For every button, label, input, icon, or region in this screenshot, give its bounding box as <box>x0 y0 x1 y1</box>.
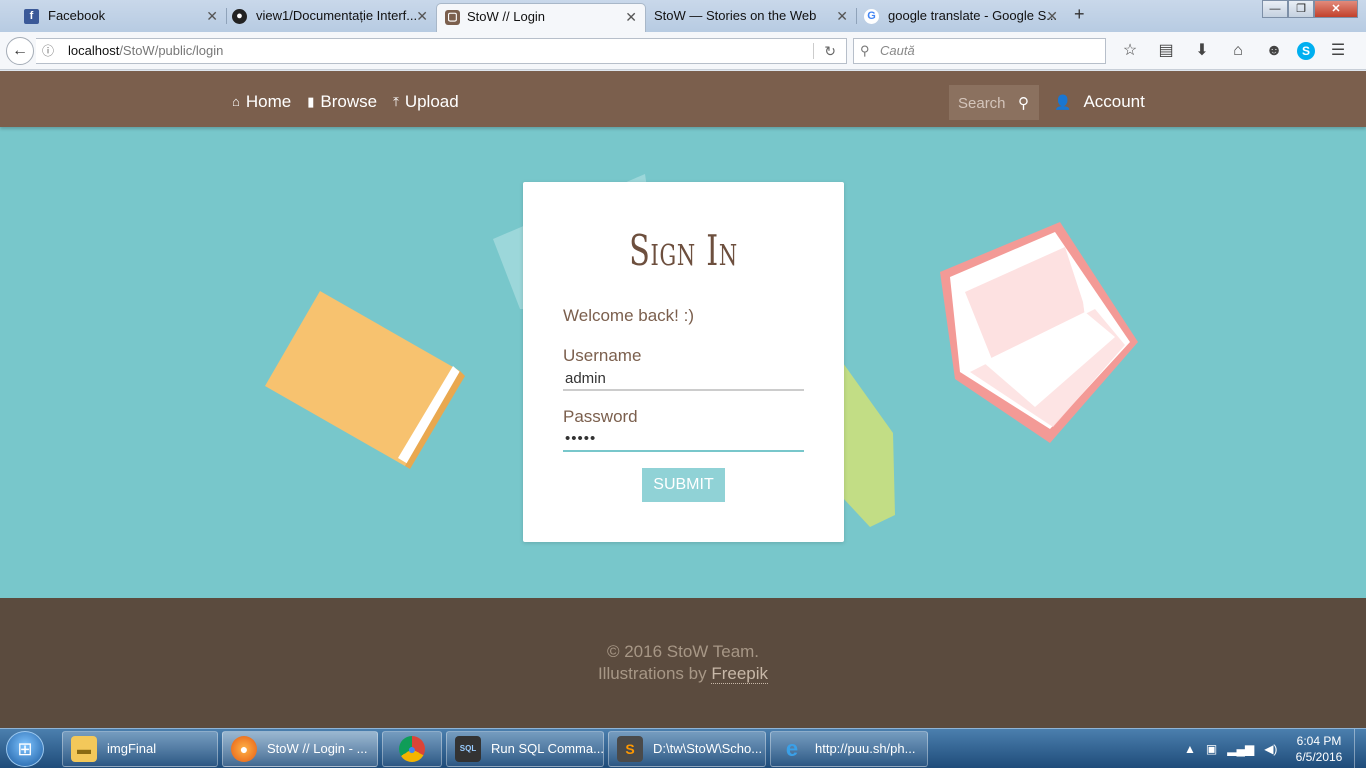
system-tray: ▲ ▣ ▂▄▆ ◀) <box>1184 729 1277 768</box>
folder-icon: ▬ <box>71 736 97 762</box>
google-icon: G <box>864 9 879 24</box>
username-label: Username <box>563 346 642 365</box>
tab-facebook[interactable]: f Facebook ✕ <box>24 3 220 32</box>
browser-navbar: ← ⓘ localhost/StoW/public/login ↻ ⚲ Caut… <box>0 32 1366 70</box>
user-icon: 👤 <box>1054 94 1072 110</box>
windows-taskbar: ⊞ ▬ imgFinal ● StoW // Login - ... ● SQL… <box>0 728 1366 768</box>
password-field[interactable]: ••••• <box>563 428 804 452</box>
tab-label: view1/Documentație Interf... <box>256 8 418 23</box>
taskbar-item-sql[interactable]: SQL Run SQL Comma... <box>446 731 604 767</box>
clock-date: 6/5/2016 <box>1295 750 1343 764</box>
facebook-icon: f <box>24 9 39 24</box>
browser-search-input[interactable]: ⚲ Caută <box>853 38 1106 64</box>
search-icon[interactable]: ⚲ <box>1018 85 1029 123</box>
action-center-icon[interactable]: ▣ <box>1206 742 1217 756</box>
tab-google-translate[interactable]: G google translate - Google S... ✕ <box>864 3 1060 32</box>
volume-icon[interactable]: ◀) <box>1264 742 1277 756</box>
taskbar-item-ie[interactable]: e http://puu.sh/ph... <box>770 731 928 767</box>
start-button[interactable]: ⊞ <box>6 731 44 767</box>
site-header: ⌂ Home ▮ Browse ⤒ Upload Search ⚲ 👤 Account <box>0 71 1366 127</box>
taskbar-item-chrome[interactable]: ● <box>382 731 442 767</box>
windows-logo-icon: ⊞ <box>17 739 33 759</box>
tab-github[interactable]: ● view1/Documentație Interf... ✕ <box>232 3 430 32</box>
taskbar-item-explorer[interactable]: ▬ imgFinal <box>62 731 218 767</box>
download-icon[interactable]: ⬇ <box>1189 38 1215 64</box>
window-controls: — ❐ ✕ <box>1262 0 1358 18</box>
illustration-yellow-book <box>265 291 465 469</box>
url-bar[interactable]: ⓘ localhost/StoW/public/login ↻ <box>36 38 847 64</box>
search-icon: ⚲ <box>860 43 870 58</box>
site-search-input[interactable]: Search ⚲ <box>949 85 1039 120</box>
stow-icon: ▢ <box>445 10 460 25</box>
ie-icon: e <box>785 736 799 761</box>
page-content: ⌂ Home ▮ Browse ⤒ Upload Search ⚲ 👤 Account… <box>0 71 1366 728</box>
network-icon[interactable]: ▂▄▆ <box>1227 742 1254 756</box>
emoji-icon[interactable]: ☻ <box>1261 38 1287 64</box>
home-icon: ⌂ <box>232 94 240 109</box>
back-button[interactable]: ← <box>6 37 34 65</box>
close-tab-icon[interactable]: ✕ <box>625 4 637 30</box>
browser-tabstrip: f Facebook ✕ ● view1/Documentație Interf… <box>0 0 1366 32</box>
book-icon: ▮ <box>307 94 315 109</box>
url-text: localhost/StoW/public/login <box>68 43 224 58</box>
browser-toolbar: ☆ ▤ ⬇ ⌂ ☻ S ☰ <box>1117 38 1351 64</box>
illustrations-credit: Illustrations by Freepik <box>597 664 769 684</box>
show-desktop-button[interactable] <box>1354 729 1366 768</box>
tab-label: Facebook <box>48 8 106 23</box>
site-footer: © 2016 StoW Team. Illustrations by Freep… <box>0 598 1366 728</box>
site-info-icon[interactable]: ⓘ <box>42 39 54 63</box>
menu-icon[interactable]: ☰ <box>1325 38 1351 64</box>
close-tab-icon[interactable]: ✕ <box>1046 3 1058 29</box>
bookmark-star-icon[interactable]: ☆ <box>1117 38 1143 64</box>
submit-button[interactable]: Submit <box>642 468 725 502</box>
copyright-text: © 2016 StoW Team. <box>606 642 760 661</box>
taskbar-item-sublime[interactable]: S D:\tw\StoW\Scho... <box>608 731 766 767</box>
tab-label: StoW // Login <box>467 9 546 24</box>
github-icon: ● <box>232 9 247 24</box>
chrome-icon: ● <box>399 736 425 762</box>
new-tab-button[interactable]: + <box>1074 4 1085 25</box>
tab-label: google translate - Google S... <box>888 8 1058 23</box>
tray-expand-icon[interactable]: ▲ <box>1184 742 1196 756</box>
taskbar-item-firefox[interactable]: ● StoW // Login - ... <box>222 731 378 767</box>
minimize-button[interactable]: — <box>1262 0 1288 18</box>
nav-home-link[interactable]: ⌂ Home <box>232 71 291 133</box>
reload-icon[interactable]: ↻ <box>824 39 836 63</box>
tab-stow-login[interactable]: ▢ StoW // Login ✕ <box>436 3 646 32</box>
nav-upload-link[interactable]: ⤒ Upload <box>393 71 459 133</box>
maximize-button[interactable]: ❐ <box>1288 0 1314 18</box>
taskbar-clock[interactable]: 6:04 PM 6/5/2016 <box>1286 733 1352 765</box>
page-title: Sign In <box>629 226 738 275</box>
username-field[interactable] <box>563 367 804 391</box>
freepik-link[interactable]: Freepik <box>711 664 769 684</box>
tab-label: StoW — Stories on the Web <box>654 8 817 23</box>
reading-list-icon[interactable]: ▤ <box>1153 38 1179 64</box>
firefox-icon: ● <box>231 736 257 762</box>
close-tab-icon[interactable]: ✕ <box>206 3 218 29</box>
close-window-button[interactable]: ✕ <box>1314 0 1358 18</box>
close-tab-icon[interactable]: ✕ <box>416 3 428 29</box>
illustration-green-bookmark <box>843 363 895 527</box>
skype-icon[interactable]: S <box>1297 42 1315 60</box>
clock-time: 6:04 PM <box>1296 734 1342 748</box>
illustration-open-book <box>940 222 1138 443</box>
welcome-text: Welcome back! :) <box>563 306 695 325</box>
nav-browse-link[interactable]: ▮ Browse <box>307 71 377 133</box>
tab-stow-stories[interactable]: StoW — Stories on the Web ✕ <box>650 3 850 32</box>
login-card: Sign In Welcome back! :) Username Passwo… <box>523 182 844 542</box>
sublime-icon: S <box>617 736 643 762</box>
site-nav: ⌂ Home ▮ Browse ⤒ Upload <box>232 71 459 133</box>
upload-icon: ⤒ <box>393 94 399 109</box>
sql-icon: SQL <box>455 736 481 762</box>
account-link[interactable]: 👤 Account <box>1054 71 1145 133</box>
close-tab-icon[interactable]: ✕ <box>836 3 848 29</box>
back-arrow-icon: ← <box>12 42 28 59</box>
password-label: Password <box>563 407 638 426</box>
home-icon[interactable]: ⌂ <box>1225 38 1251 64</box>
